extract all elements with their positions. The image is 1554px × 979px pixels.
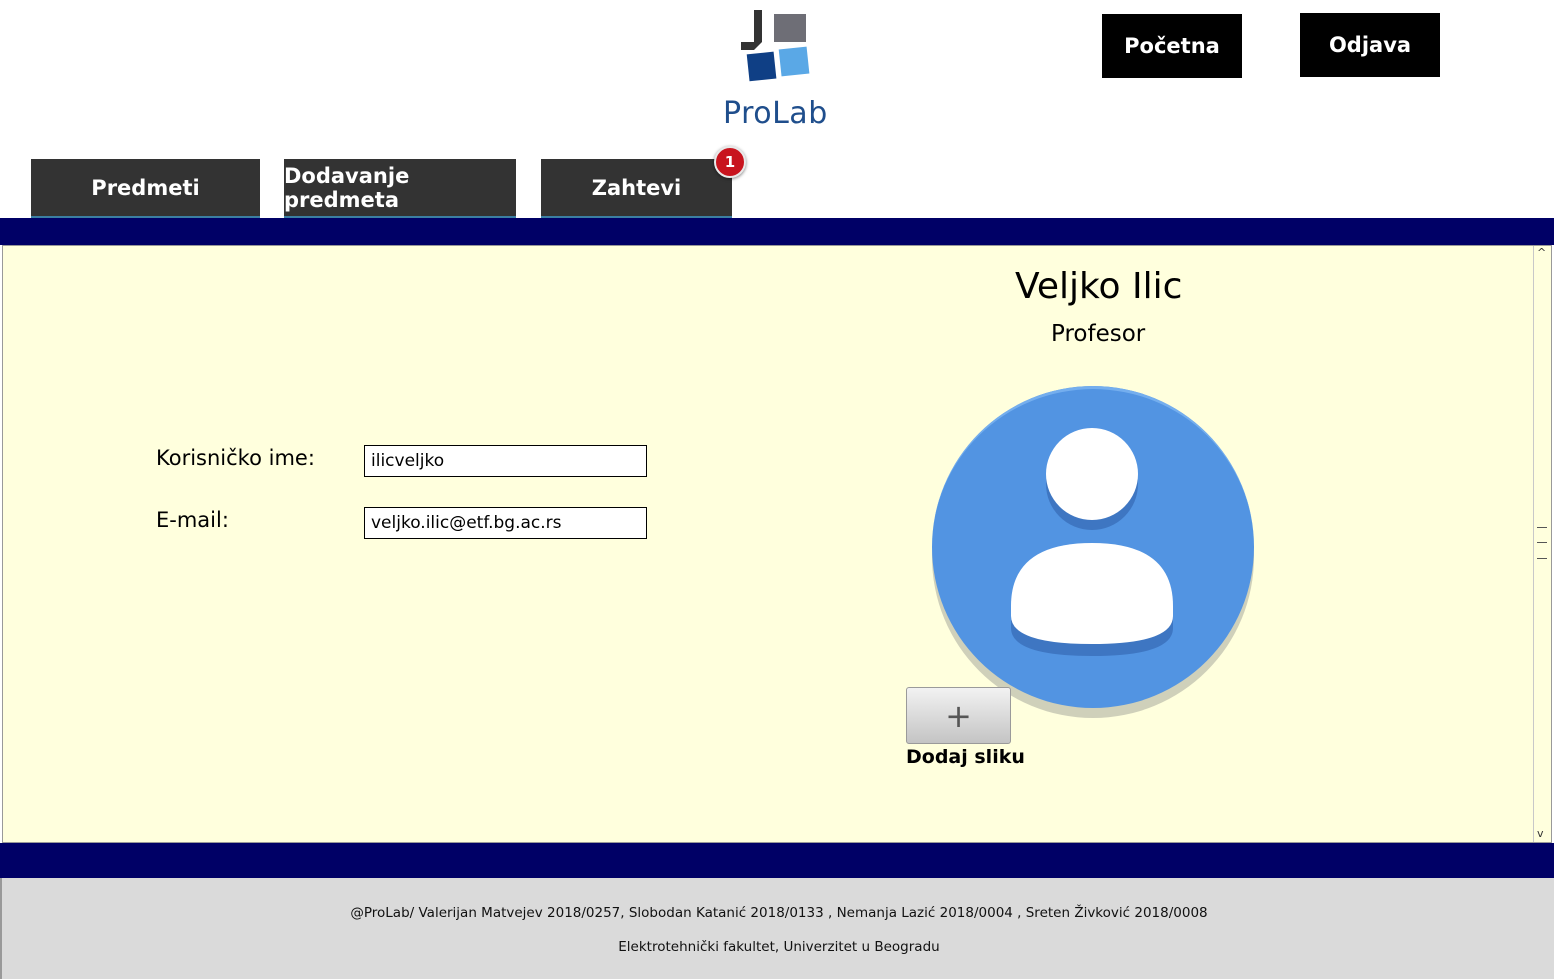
top-divider-band xyxy=(0,218,1554,245)
plus-icon: + xyxy=(945,696,972,735)
tab-add-subject[interactable]: Dodavanje predmeta xyxy=(284,159,516,218)
tab-requests[interactable]: Zahtevi xyxy=(541,159,732,218)
profile-role: Profesor xyxy=(1051,321,1146,347)
username-label: Korisničko ime: xyxy=(156,446,315,470)
home-button[interactable]: Početna xyxy=(1102,14,1242,78)
scroll-up-icon[interactable]: ^ xyxy=(1537,246,1546,259)
profile-panel: Veljko Ilic Profesor Korisničko ime: ili… xyxy=(2,245,1552,843)
footer-credits: @ProLab/ Valerijan Matvejev 2018/0257, S… xyxy=(350,905,1208,921)
prolab-logo: ProLab xyxy=(720,8,832,131)
footer: @ProLab/ Valerijan Matvejev 2018/0257, S… xyxy=(0,878,1554,979)
profile-name: Veljko Ilic xyxy=(1015,266,1183,307)
add-photo-button[interactable]: + xyxy=(906,687,1011,744)
email-field[interactable]: veljko.ilic@etf.bg.ac.rs xyxy=(364,507,647,539)
email-label: E-mail: xyxy=(156,508,229,532)
tab-subjects[interactable]: Predmeti xyxy=(31,159,260,218)
logo-text: ProLab xyxy=(723,96,828,131)
avatar-icon xyxy=(932,386,1254,718)
logo-icon xyxy=(741,10,810,82)
footer-institution: Elektrotehnički fakultet, Univerzitet u … xyxy=(618,939,940,955)
scroll-grip-icon[interactable] xyxy=(1537,527,1547,559)
logout-button[interactable]: Odjava xyxy=(1300,13,1440,77)
requests-count-badge: 1 xyxy=(714,146,746,178)
scroll-down-icon[interactable]: v xyxy=(1537,827,1544,840)
vertical-scrollbar[interactable]: ^ v xyxy=(1533,246,1551,842)
bottom-divider-band xyxy=(0,843,1554,878)
username-field[interactable]: ilicveljko xyxy=(364,445,647,477)
add-photo-label: Dodaj sliku xyxy=(906,746,1025,768)
